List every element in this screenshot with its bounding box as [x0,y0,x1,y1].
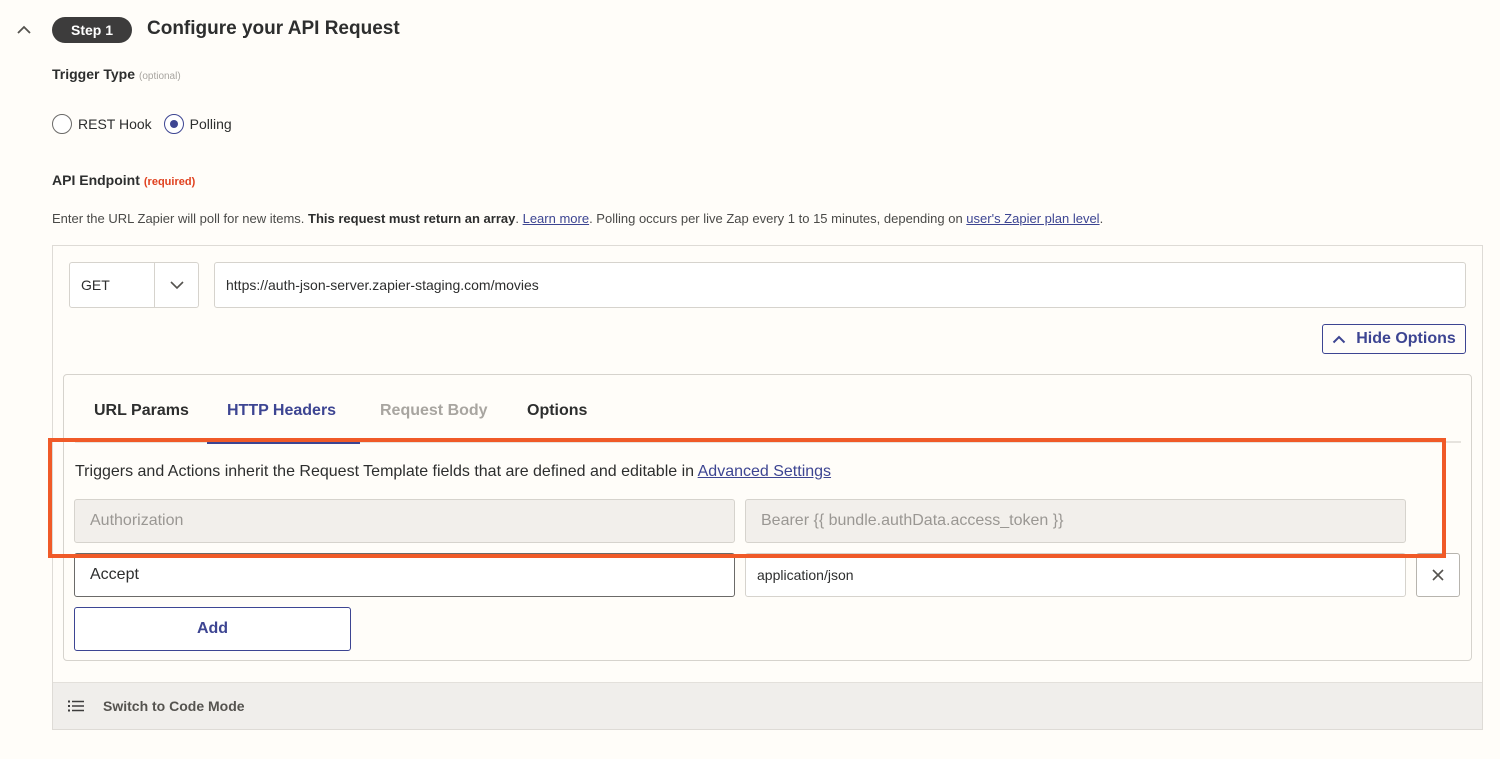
help-text-part: . Polling occurs per live Zap every 1 to… [589,211,967,226]
rest-hook-radio-label[interactable]: REST Hook [78,116,152,132]
polling-radio[interactable] [163,114,184,134]
http-method-value: GET [81,277,110,293]
chevron-down-icon[interactable] [154,263,198,307]
zapier-plan-link[interactable]: user's Zapier plan level [966,211,1099,226]
step-badge: Step 1 [52,17,132,43]
help-text-bold: This request must return an array [308,211,516,226]
api-endpoint-help-text: Enter the URL Zapier will poll for new i… [52,211,1103,226]
tab-request-body[interactable]: Request Body [380,402,488,420]
tab-options[interactable]: Options [527,402,587,420]
required-tag: (required) [143,176,196,188]
help-text-part: Enter the URL Zapier will poll for new i… [52,211,309,226]
trigger-type-radio-group: REST Hook Polling [52,114,238,134]
switch-to-code-mode-button[interactable]: Switch to Code Mode [68,698,245,714]
tab-http-headers[interactable]: HTTP Headers [227,402,336,420]
highlight-annotation-box [48,438,1446,558]
learn-more-link[interactable]: Learn more [523,211,589,226]
trigger-type-label: Trigger Type [52,66,135,82]
list-icon [68,700,84,712]
endpoint-url-input[interactable]: https://auth-json-server.zapier-staging.… [214,262,1466,308]
chevron-up-icon [1333,335,1346,343]
header-key-input[interactable]: Accept [74,553,735,597]
optional-tag: (optional) [138,71,181,82]
hide-options-button[interactable]: Hide Options [1322,324,1466,354]
api-endpoint-label-group: API Endpoint (required) [52,172,195,188]
api-endpoint-label: API Endpoint [52,172,140,188]
editor-footer-bar: Switch to Code Mode [53,682,1482,729]
tab-url-params[interactable]: URL Params [94,402,189,420]
collapse-step-chevron-icon[interactable] [14,20,34,40]
hide-options-label: Hide Options [1356,330,1456,347]
code-mode-label: Switch to Code Mode [103,698,245,714]
trigger-type-label-group: Trigger Type (optional) [52,66,181,82]
remove-header-button[interactable] [1416,553,1460,597]
help-text-part: . [1099,211,1104,226]
polling-radio-label[interactable]: Polling [190,116,232,132]
header-value-input[interactable]: application/json [745,553,1406,597]
step-title: Configure your API Request [147,18,400,39]
help-text-part: . [515,211,523,226]
rest-hook-radio[interactable] [52,114,72,134]
add-header-button[interactable]: Add [74,607,351,651]
http-method-select[interactable]: GET [69,262,199,308]
close-icon [1432,569,1444,581]
